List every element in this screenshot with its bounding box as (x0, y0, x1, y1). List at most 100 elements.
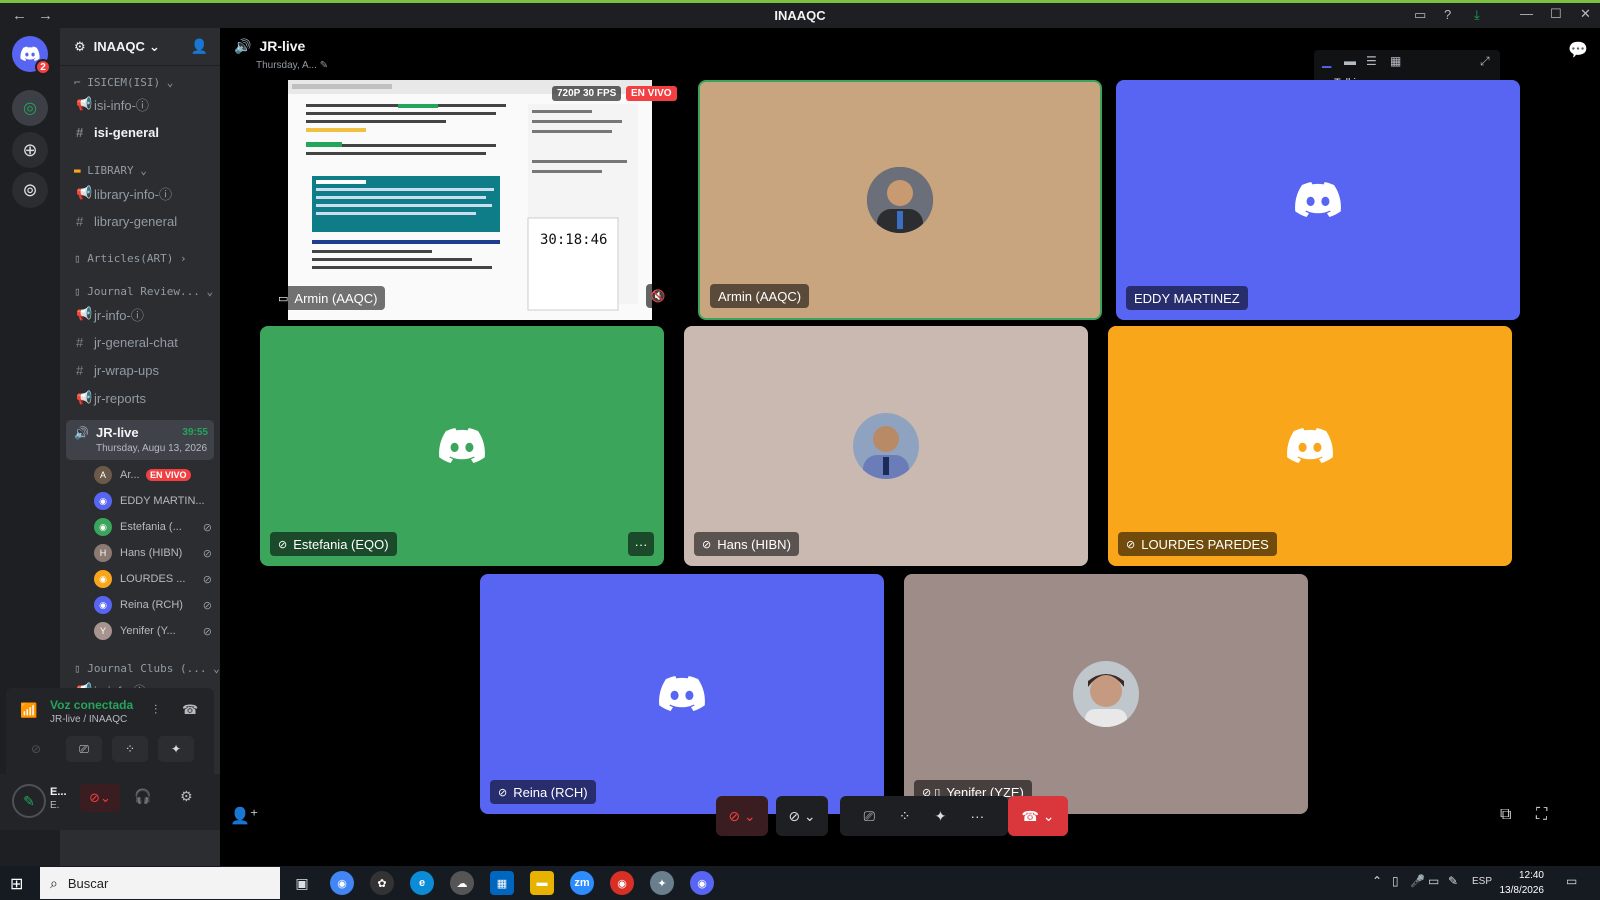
network-icon[interactable]: ▭ (1428, 874, 1439, 888)
fullscreen-icon[interactable]: ⛶ (1536, 806, 1547, 824)
activities-icon[interactable]: ⁘ (899, 808, 911, 825)
avatar: Y (94, 622, 112, 640)
category-library[interactable]: ▬ LIBRARY ⌄ (74, 164, 147, 177)
participant-tile-hans[interactable]: ⊘ Hans (HIBN) (684, 326, 1088, 566)
home-button[interactable]: 2 (12, 36, 51, 75)
voice-status[interactable]: Voz conectada (50, 698, 133, 712)
category-journal-review[interactable]: ▯ Journal Review... ⌄ (74, 285, 213, 298)
mute-toggle-button[interactable]: ⊘⌄ (80, 784, 120, 812)
taskbar-clock[interactable]: 12:40 13/8/2026 (1488, 868, 1545, 898)
member-yenifer[interactable]: Y Yenifer (Y... ⊘ (94, 620, 212, 642)
activities-button[interactable]: ⁘ (112, 736, 148, 762)
add-member-icon[interactable]: 👤 (191, 38, 208, 55)
ellipsis-icon[interactable]: ··· (970, 808, 984, 824)
help-icon[interactable]: ? (1444, 7, 1451, 22)
discover-button[interactable]: ⊚ (12, 172, 48, 208)
noise-suppression-icon[interactable]: ⫶ (154, 702, 157, 718)
gear-icon[interactable]: ⚙ (180, 788, 193, 805)
maximize-button[interactable]: ☐ (1550, 6, 1562, 22)
file-explorer-icon[interactable]: ▬ (530, 871, 554, 895)
inbox-icon[interactable]: ▭ (1414, 7, 1426, 23)
taskbar-search[interactable]: ⌕ Buscar (40, 867, 280, 899)
chat-bubble-icon[interactable]: 💬 (1568, 40, 1588, 60)
member-hans[interactable]: H Hans (HIBN) ⊘ (94, 542, 212, 564)
back-arrow-icon[interactable]: ← (12, 7, 27, 24)
layout-focus-icon[interactable]: ▬ (1344, 54, 1356, 68)
stream-volume-button[interactable]: 🔇 (646, 284, 670, 308)
mic-toggle-button[interactable]: ⊘ ⌄ (716, 796, 768, 836)
category-articles[interactable]: ▯ Articles(ART) › (74, 252, 187, 265)
user-name[interactable]: E... (50, 786, 67, 798)
camera-off-button[interactable]: ⊘ (18, 736, 54, 762)
channel-library-info[interactable]: 📢 library-info-ⓘ (70, 181, 213, 205)
download-icon[interactable]: ⤓ (1474, 7, 1480, 23)
notification-icon[interactable]: ▭ (1566, 874, 1577, 888)
member-armin[interactable]: A Ar... EN VIVO (94, 464, 212, 486)
category-isicem[interactable]: ⌐ ISICEM(ISI) ⌄ (74, 76, 173, 89)
channel-jr-general-chat[interactable]: # jr-general-chat (70, 330, 213, 354)
participant-tile-armin[interactable]: Armin (AAQC) (698, 80, 1102, 320)
member-reina[interactable]: ◉ Reina (RCH) ⊘ (94, 594, 212, 616)
edit-icon[interactable]: ✎ (320, 60, 328, 71)
screen-share-icon[interactable]: ⎚ (864, 808, 875, 825)
expand-icon[interactable]: ⤢ (1480, 54, 1490, 69)
layout-split-icon[interactable]: ☰ (1366, 54, 1377, 68)
participant-tile-reina[interactable]: ⊘ Reina (RCH) (480, 574, 884, 814)
camera-toggle-button[interactable]: ⊘ ⌄ (776, 796, 828, 836)
stream-tile[interactable]: 30:18:46 720P 30 FPS EN VIVO ▭ Armin (AAQ… (260, 80, 684, 320)
channel-isi-general[interactable]: # isi-general (70, 120, 213, 144)
channel-jr-reports[interactable]: 📢 jr-reports (70, 386, 213, 410)
discord-logo-icon (439, 428, 485, 463)
app-icon[interactable]: ☁ (450, 871, 474, 895)
avatar: A (94, 466, 112, 484)
participant-tile-yenifer[interactable]: ⊘ ▯ Yenifer (YZE) (904, 574, 1308, 814)
document-icon: ▯ (74, 662, 88, 675)
zoom-icon[interactable]: zm (570, 871, 594, 895)
member-lourdes[interactable]: ◉ LOURDES ... ⊘ (94, 568, 212, 590)
soundboard-icon[interactable]: ✦ (935, 808, 947, 825)
headphones-icon[interactable]: 🎧 (134, 788, 151, 805)
member-estefania[interactable]: ◉ Estefania (... ⊘ (94, 516, 212, 538)
channel-jr-wrap-ups[interactable]: # jr-wrap-ups (70, 358, 213, 382)
discord-taskbar-icon[interactable]: ◉ (690, 871, 714, 895)
pen-icon[interactable]: ✎ (1448, 874, 1458, 888)
edge-icon[interactable]: e (410, 871, 434, 895)
server-icon-inaaqc[interactable]: ◎ (12, 90, 48, 126)
member-eddy[interactable]: ◉ EDDY MARTIN... (94, 490, 212, 512)
close-button[interactable]: ✕ (1580, 6, 1591, 22)
app-icon-2[interactable]: ✦ (650, 871, 674, 895)
leave-call-button[interactable]: ☎ ⌄ (1008, 796, 1068, 836)
popout-icon[interactable]: ⧉ (1500, 806, 1511, 824)
soundboard-button[interactable]: ✦ (158, 736, 194, 762)
layout-speaker-icon[interactable]: ▁ (1322, 54, 1331, 68)
server-header[interactable]: ⚙ INAAQC ⌄ 👤 (60, 28, 220, 66)
screen-share-button[interactable]: ⎚ (66, 736, 102, 762)
signal-icon[interactable]: 📶 (20, 702, 37, 719)
chatgpt-icon[interactable]: ✿ (370, 871, 394, 895)
disconnect-icon[interactable]: ☎ (182, 702, 198, 718)
microphone-icon[interactable]: 🎤 (1410, 874, 1425, 888)
user-avatar[interactable]: ✎ (12, 784, 46, 818)
tray-chevron-icon[interactable]: ⌃ (1372, 874, 1382, 888)
participant-tile-lourdes[interactable]: ⊘ LOURDES PAREDES (1108, 326, 1512, 566)
channel-library-general[interactable]: # library-general (70, 209, 213, 233)
folder-icon: ▬ (74, 164, 88, 177)
task-view-icon[interactable]: ▣ (290, 871, 314, 895)
channel-isi-info[interactable]: 📢 isi-info-ⓘ (70, 92, 213, 116)
chrome-profile-icon[interactable]: ◉ (610, 871, 634, 895)
chrome-icon[interactable]: ◉ (330, 871, 354, 895)
store-icon[interactable]: ▦ (490, 871, 514, 895)
category-journal-clubs[interactable]: ▯ Journal Clubs (... ⌄ (74, 662, 220, 675)
windows-start-icon[interactable]: ⊞ (10, 874, 23, 894)
minimize-button[interactable]: — (1520, 6, 1533, 21)
voice-channel-jr-live[interactable]: 🔊 JR-live 39:55 Thursday, Augu 13, 2026 (66, 420, 214, 460)
channel-jr-info[interactable]: 📢 jr-info-ⓘ (70, 302, 213, 326)
forward-arrow-icon[interactable]: → (38, 7, 53, 24)
more-options-button[interactable]: ··· (628, 532, 654, 556)
invite-icon[interactable]: 👤⁺ (230, 806, 258, 826)
participant-tile-eddy[interactable]: EDDY MARTINEZ (1116, 80, 1520, 320)
layout-grid-icon[interactable]: ▦ (1390, 54, 1401, 68)
add-server-button[interactable]: ⊕ (12, 132, 48, 168)
tray-app-icon[interactable]: ▯ (1392, 874, 1399, 888)
participant-tile-estefania[interactable]: ⊘ Estefania (EQO) ··· (260, 326, 664, 566)
